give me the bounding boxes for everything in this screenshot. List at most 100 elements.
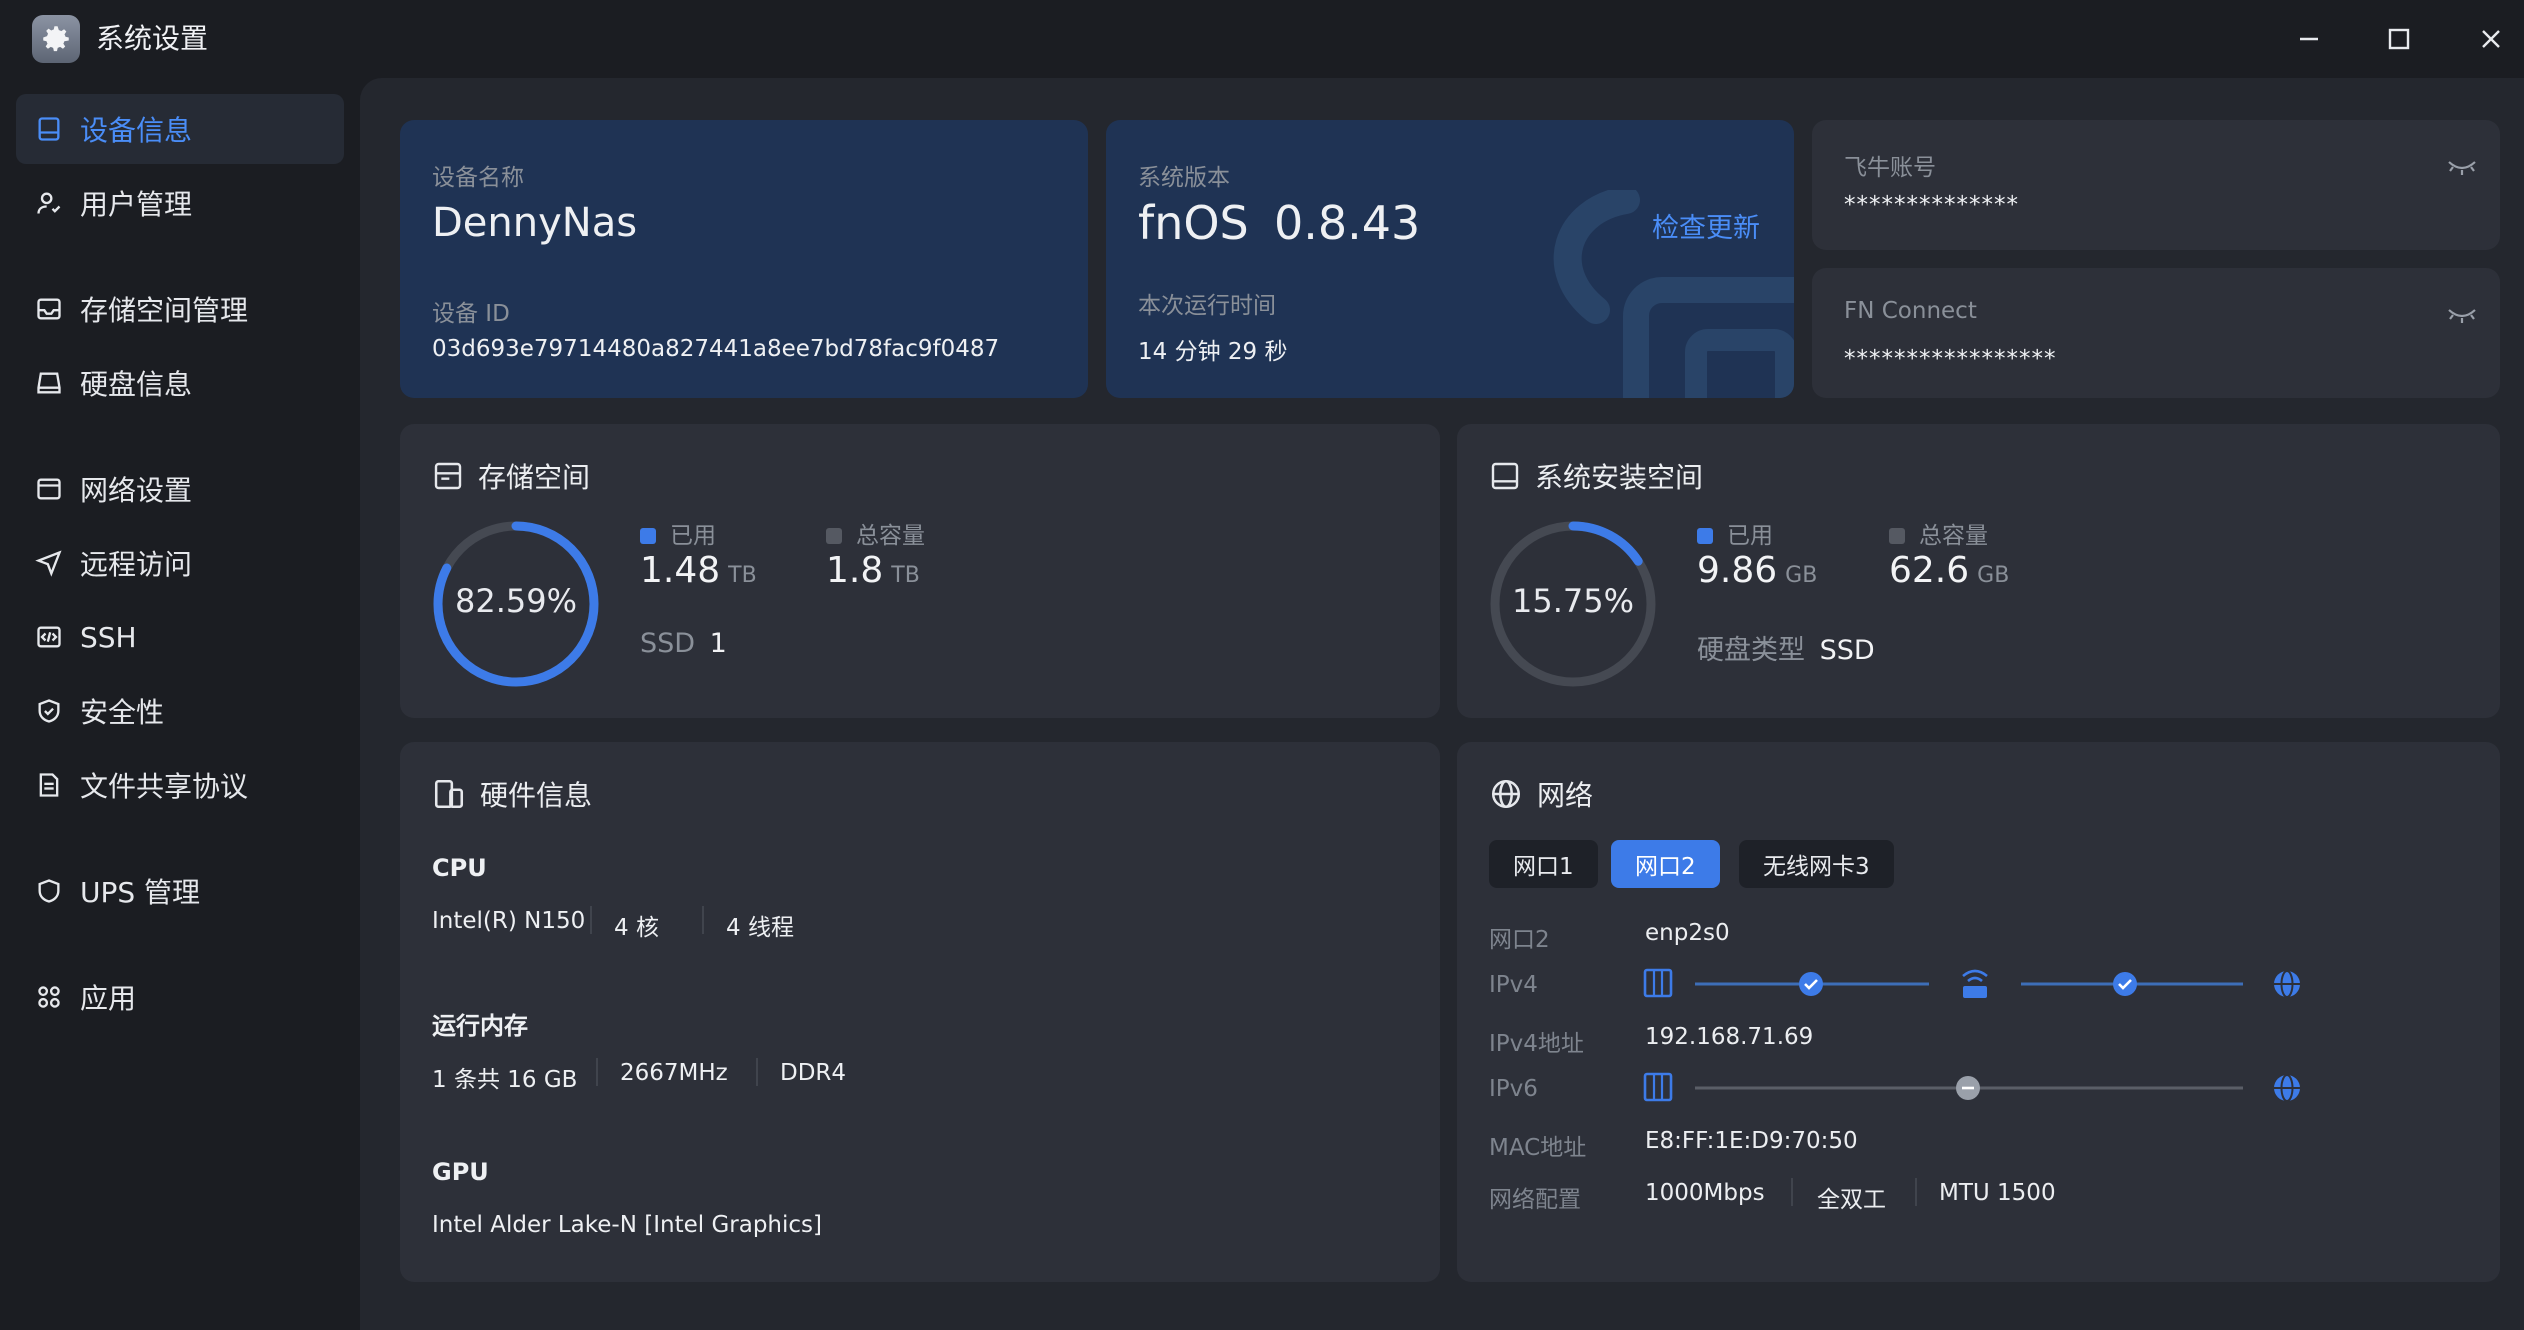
- minimize-button[interactable]: [2284, 14, 2334, 64]
- system-space-disk-type: 硬盘类型 SSD: [1697, 635, 1875, 666]
- cpu-label: CPU: [432, 854, 487, 882]
- port-value: enp2s0: [1645, 920, 1730, 946]
- network-window-icon: [34, 474, 64, 504]
- duplex-mode: 全双工: [1817, 1187, 1886, 1213]
- device-icon: [1643, 968, 1673, 998]
- memory-type: DDR4: [780, 1060, 847, 1086]
- sidebar-item-label: 文件共享协议: [80, 770, 249, 803]
- device-id: 03d693e79714480a827441a8ee7bd78fac9f0487: [432, 336, 1000, 362]
- hardware-card: 硬件信息 CPU Intel(R) N150 4 核 4 线程 运行内存 1 条…: [400, 742, 1440, 1282]
- cpu-model: Intel(R) N150: [432, 908, 586, 934]
- uptime-value: 14 分钟 29 秒: [1138, 339, 1288, 365]
- shield-icon: [34, 876, 64, 906]
- sidebar-item-label: 网络设置: [80, 474, 193, 507]
- device-name: DennyNas: [432, 200, 638, 246]
- sidebar-item-apps[interactable]: 应用: [16, 962, 344, 1032]
- sidebar-item-disk-info[interactable]: 硬盘信息: [16, 348, 344, 418]
- gpu-model: Intel Alder Lake-N [Intel Graphics]: [432, 1212, 822, 1238]
- eye-hidden-icon[interactable]: [2446, 302, 2478, 326]
- system-space-total-legend: 总容量: [1889, 516, 1988, 550]
- fn-connect-label: FN Connect: [1844, 298, 1977, 324]
- mtu: MTU 1500: [1939, 1180, 2056, 1206]
- fn-connect-value: *****************: [1844, 346, 2057, 372]
- system-space-used-value: 9.86 GB: [1697, 550, 1818, 591]
- os-name: fnOS: [1138, 196, 1249, 250]
- sidebar-item-label: 用户管理: [80, 188, 193, 221]
- version-label: 系统版本: [1138, 165, 1230, 191]
- mac-address: E8:FF:1E:D9:70:50: [1645, 1128, 1858, 1154]
- cpu-cores: 4 核: [614, 915, 659, 941]
- system-space-card: 系统安装空间 15.75% 已用 9.86 GB 总容量 62.6 GB 硬盘类型 …: [1457, 424, 2500, 718]
- fn-account-card: 飞牛账号 **************: [1812, 120, 2500, 250]
- sidebar-item-label: 存储空间管理: [80, 294, 249, 327]
- storage-icon: [434, 462, 462, 490]
- system-space-usage-ring: 15.75%: [1487, 518, 1659, 690]
- cpu-threads: 4 线程: [726, 915, 794, 941]
- device-card: 设备名称 DennyNas 设备 ID 03d693e79714480a8274…: [400, 120, 1088, 398]
- storage-usage-ring: 82.59%: [430, 518, 602, 690]
- system-space-percent: 15.75%: [1511, 582, 1634, 620]
- device-name-label: 设备名称: [432, 165, 524, 191]
- mac-label: MAC地址: [1489, 1135, 1587, 1161]
- device-info-icon: [34, 114, 64, 144]
- sidebar-item-ssh[interactable]: SSH: [16, 602, 344, 672]
- memory-label: 运行内存: [432, 1012, 528, 1040]
- close-button[interactable]: [2466, 14, 2516, 64]
- globe-icon: [1491, 779, 1521, 809]
- title-bar: 系统设置: [0, 0, 2524, 78]
- ipv6-connection-path: [1643, 1072, 2300, 1102]
- document-icon: [34, 770, 64, 800]
- main-content: 设备名称 DennyNas 设备 ID 03d693e79714480a8274…: [360, 78, 2524, 1330]
- memory-modules: 1 条共 16 GB: [432, 1067, 578, 1093]
- terminal-code-icon: [34, 622, 64, 652]
- system-space-title: 系统安装空间: [1489, 456, 1703, 496]
- ipv4-connection-path: [1643, 968, 2300, 998]
- uptime-label: 本次运行时间: [1138, 293, 1276, 319]
- storage-tray-icon: [34, 294, 64, 324]
- fn-account-value: **************: [1844, 192, 2019, 218]
- user-icon: [34, 188, 64, 218]
- tab-port-2[interactable]: 网口2: [1611, 840, 1720, 888]
- apps-grid-icon: [34, 982, 64, 1012]
- sidebar-item-ups-management[interactable]: UPS 管理: [16, 856, 344, 926]
- sidebar-item-device-info[interactable]: 设备信息: [16, 94, 344, 164]
- sidebar-item-label: 硬盘信息: [80, 368, 193, 401]
- settings-gear-icon: [32, 15, 80, 63]
- sidebar-item-network-settings[interactable]: 网络设置: [16, 454, 344, 524]
- sidebar-item-storage-management[interactable]: 存储空间管理: [16, 274, 344, 344]
- window-title: 系统设置: [96, 22, 209, 55]
- storage-card: 存储空间 82.59% 已用 1.48 TB 总容量 1.8 TB SSD 1: [400, 424, 1440, 718]
- internet-globe-icon: [2274, 970, 2300, 998]
- port-label: 网口2: [1489, 927, 1550, 953]
- sidebar-item-user-management[interactable]: 用户管理: [16, 168, 344, 238]
- sidebar-item-security[interactable]: 安全性: [16, 676, 344, 746]
- tab-port-1[interactable]: 网口1: [1489, 840, 1598, 888]
- internet-globe-icon: [2274, 1074, 2300, 1102]
- eye-hidden-icon[interactable]: [2446, 154, 2478, 178]
- sidebar-item-remote-access[interactable]: 远程访问: [16, 528, 344, 598]
- shield-check-icon: [34, 696, 64, 726]
- devices-icon: [434, 779, 464, 809]
- storage-title: 存储空间: [432, 456, 590, 496]
- fn-connect-card: FN Connect *****************: [1812, 268, 2500, 398]
- maximize-button[interactable]: [2374, 14, 2424, 64]
- check-update-link[interactable]: 检查更新: [1652, 206, 1760, 245]
- ipv4-address: 192.168.71.69: [1645, 1024, 1814, 1050]
- router-icon: [1962, 969, 1988, 998]
- version-card: 系统版本 fnOS 0.8.43 检查更新 本次运行时间 14 分钟 29 秒: [1106, 120, 1794, 398]
- gpu-label: GPU: [432, 1158, 489, 1186]
- ipv6-label: IPv6: [1489, 1076, 1538, 1102]
- drive-icon: [1491, 462, 1519, 490]
- memory-frequency: 2667MHz: [620, 1060, 728, 1086]
- sidebar-item-file-sharing[interactable]: 文件共享协议: [16, 750, 344, 820]
- hard-disk-icon: [34, 368, 64, 398]
- link-speed: 1000Mbps: [1645, 1180, 1765, 1206]
- tab-wireless-3[interactable]: 无线网卡3: [1739, 840, 1894, 888]
- sidebar-item-label: 远程访问: [80, 548, 193, 581]
- hardware-title: 硬件信息: [432, 774, 592, 814]
- storage-total-value: 1.8 TB: [826, 550, 920, 591]
- sidebar-item-label: UPS 管理: [80, 876, 201, 909]
- ipv4-label: IPv4: [1489, 972, 1538, 998]
- system-space-total-value: 62.6 GB: [1889, 550, 2010, 591]
- storage-used-legend: 已用: [640, 516, 716, 550]
